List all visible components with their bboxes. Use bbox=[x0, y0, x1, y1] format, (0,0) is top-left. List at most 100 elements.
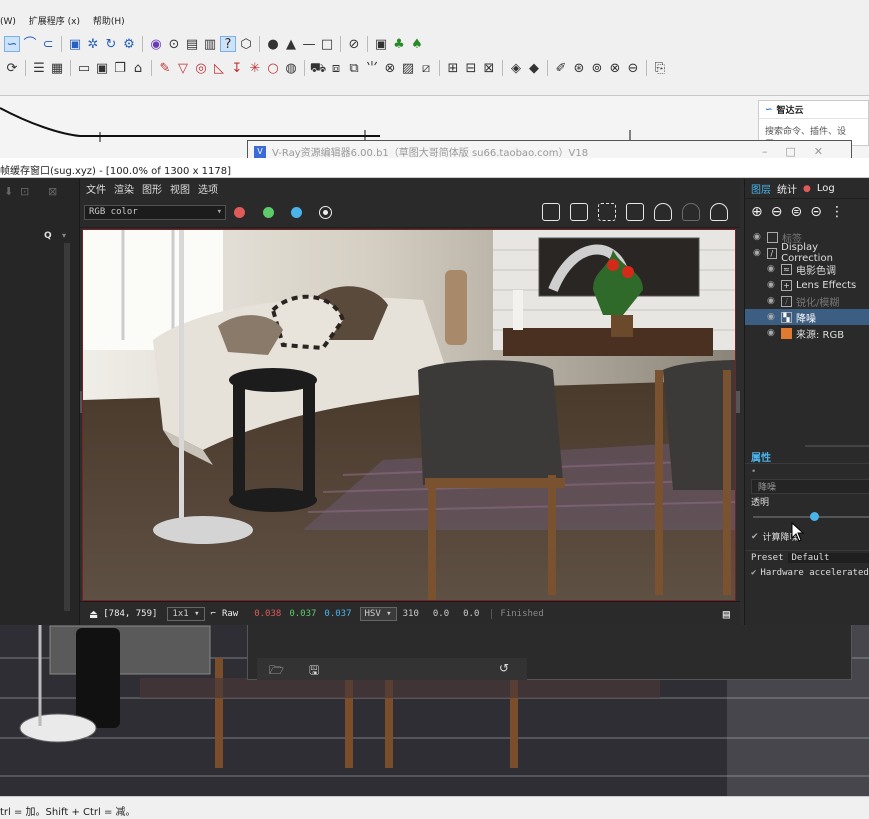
render-image[interactable] bbox=[82, 229, 736, 601]
alpha-channel-toggle[interactable] bbox=[320, 207, 331, 218]
menu-extensions[interactable]: 扩展程序 (x) bbox=[29, 17, 80, 27]
settings-icon[interactable]: ⚙ bbox=[121, 36, 137, 52]
star-icon[interactable]: ✳ bbox=[247, 60, 263, 76]
export-icon[interactable]: ⎘ bbox=[652, 60, 668, 76]
save-icon[interactable]: 🖫 bbox=[309, 661, 319, 682]
tree-icon[interactable]: ♣ bbox=[391, 36, 407, 52]
cube2-icon[interactable]: ⧉ bbox=[346, 60, 362, 76]
clear-image-icon[interactable] bbox=[570, 203, 588, 221]
table2-icon[interactable]: ⊟ bbox=[463, 60, 479, 76]
hide-icon[interactable]: ⊘ bbox=[346, 36, 362, 52]
vfb-menu-file[interactable]: 文件 bbox=[86, 181, 106, 196]
eye-icon[interactable]: ◉ bbox=[767, 312, 777, 322]
tab-log[interactable]: Log bbox=[817, 183, 835, 194]
window-controls[interactable]: –□✕ bbox=[762, 145, 841, 158]
orbit-icon[interactable]: ⟳ bbox=[4, 60, 20, 76]
eye-icon[interactable]: ◉ bbox=[767, 296, 777, 306]
opacity-slider-knob[interactable] bbox=[809, 512, 819, 521]
splitter-grip[interactable] bbox=[805, 445, 869, 447]
camera-icon[interactable]: ▣ bbox=[373, 36, 389, 52]
check-icon[interactable]: ✔ bbox=[751, 532, 759, 542]
grass-icon[interactable]: ⺌ bbox=[364, 60, 380, 76]
sun-icon[interactable]: ● bbox=[265, 36, 281, 52]
ball-icon[interactable]: ⊛ bbox=[571, 60, 587, 76]
history-search-icon[interactable]: Q bbox=[44, 231, 52, 241]
save-layers-icon[interactable]: ⊜ bbox=[790, 204, 802, 220]
channel-select[interactable]: RGB color ▾ bbox=[84, 205, 226, 220]
plant-icon[interactable]: ♠ bbox=[409, 36, 425, 52]
more-icon[interactable]: ⋮ bbox=[830, 204, 844, 220]
eye-icon[interactable]: ◉ bbox=[753, 232, 763, 242]
prop-name-field[interactable]: 降噪 bbox=[751, 479, 869, 494]
hw-accel-row[interactable]: ✔ Hardware accelerated bbox=[745, 565, 869, 580]
history-delete-icon[interactable]: ⊠ bbox=[48, 185, 57, 198]
curve-icon[interactable]: ⌒ bbox=[22, 36, 38, 52]
help-icon[interactable]: ? bbox=[220, 36, 236, 52]
align-icon[interactable]: ☰ bbox=[31, 60, 47, 76]
frame-icon[interactable]: ▥ bbox=[202, 36, 218, 52]
table3-icon[interactable]: ⊠ bbox=[481, 60, 497, 76]
save-image-icon[interactable] bbox=[542, 203, 560, 221]
curve-icon[interactable]: ⌐ bbox=[211, 609, 216, 619]
angle-icon[interactable]: ◺ bbox=[211, 60, 227, 76]
eye-icon[interactable]: ◉ bbox=[767, 280, 777, 290]
funnel-icon[interactable]: ▽ bbox=[175, 60, 191, 76]
compute-denoise-row[interactable]: ✔ 计算降噪 bbox=[745, 529, 869, 544]
pixel-picker-icon[interactable]: ⏏ bbox=[90, 607, 97, 621]
hex-icon[interactable]: ⬡ bbox=[238, 36, 254, 52]
cube-icon[interactable]: ⧈ bbox=[328, 60, 344, 76]
tab-layers[interactable]: 图层 bbox=[751, 181, 771, 196]
grid-icon[interactable]: ▦ bbox=[49, 60, 65, 76]
panel-icon[interactable]: ▤ bbox=[184, 36, 200, 52]
layer-item[interactable]: ◉ / 锐化/模糊 bbox=[745, 293, 869, 309]
ball3-icon[interactable]: ⊗ bbox=[607, 60, 623, 76]
add-layer-icon[interactable]: ⊕ bbox=[751, 204, 763, 220]
rotate-icon[interactable]: ↻ bbox=[103, 36, 119, 52]
layer-item[interactable]: ◉ ▚ 降噪 bbox=[745, 309, 869, 325]
ball4-icon[interactable]: ⊖ bbox=[625, 60, 641, 76]
raw-mode[interactable]: Raw bbox=[222, 609, 238, 619]
slash-icon[interactable]: ⊗ bbox=[382, 60, 398, 76]
blue-channel-toggle[interactable] bbox=[291, 207, 302, 218]
tag-icon[interactable]: ◈ bbox=[508, 60, 524, 76]
spot-icon[interactable]: ↧ bbox=[229, 60, 245, 76]
region-render-icon[interactable] bbox=[598, 203, 616, 221]
tab-stats[interactable]: 统计 bbox=[777, 181, 797, 196]
ball2-icon[interactable]: ⊚ bbox=[589, 60, 605, 76]
interactive-teapot-icon[interactable] bbox=[682, 203, 700, 221]
menu-help[interactable]: 帮助(H) bbox=[93, 17, 125, 27]
stop-render-icon[interactable] bbox=[710, 203, 728, 221]
vfb-menu-render[interactable]: 渲染 bbox=[114, 181, 134, 196]
car-icon[interactable]: ⛟ bbox=[310, 60, 326, 76]
paint-icon[interactable]: ✎ bbox=[157, 60, 173, 76]
red-channel-toggle[interactable] bbox=[234, 207, 245, 218]
checkbox-icon[interactable] bbox=[767, 231, 778, 243]
menu-window[interactable]: (W) bbox=[0, 17, 16, 27]
target-icon[interactable]: ⊙ bbox=[166, 36, 182, 52]
arc-icon[interactable]: ⊂ bbox=[40, 36, 56, 52]
plugin-icon[interactable]: ◉ bbox=[148, 36, 164, 52]
cone-icon[interactable]: ▲ bbox=[283, 36, 299, 52]
circle-icon[interactable]: ◎ bbox=[193, 60, 209, 76]
history-save-icon[interactable]: ⊡ bbox=[20, 185, 29, 198]
tag2-icon[interactable]: ◆ bbox=[526, 60, 542, 76]
follow-mouse-icon[interactable] bbox=[626, 203, 644, 221]
history-load-icon[interactable]: ⬇ bbox=[4, 185, 13, 198]
vfb-menu-options[interactable]: 选项 bbox=[198, 181, 218, 196]
eye-icon[interactable]: ◉ bbox=[753, 248, 763, 258]
layer-item[interactable]: ◉ 来源: RGB bbox=[745, 325, 869, 341]
line-icon[interactable]: — bbox=[301, 36, 317, 52]
green-channel-toggle[interactable] bbox=[263, 207, 274, 218]
search-dropdown-icon[interactable]: ▾ bbox=[62, 231, 66, 240]
right-panel-splitter[interactable] bbox=[736, 391, 740, 413]
ring-icon[interactable]: ○ bbox=[265, 60, 281, 76]
window-icon[interactable]: ▭ bbox=[76, 60, 92, 76]
opacity-slider[interactable] bbox=[745, 509, 869, 525]
colorspace-select[interactable]: HSV ▾ bbox=[359, 606, 397, 621]
layer-item[interactable]: ◉ / Display Correction bbox=[745, 242, 869, 264]
freehand-icon[interactable]: ∽ bbox=[4, 36, 20, 52]
eye-icon[interactable]: ◉ bbox=[767, 328, 777, 338]
preset-select[interactable]: Default bbox=[787, 553, 869, 563]
copy-icon[interactable]: ❐ bbox=[112, 60, 128, 76]
eye-icon[interactable]: ◉ bbox=[767, 264, 777, 274]
